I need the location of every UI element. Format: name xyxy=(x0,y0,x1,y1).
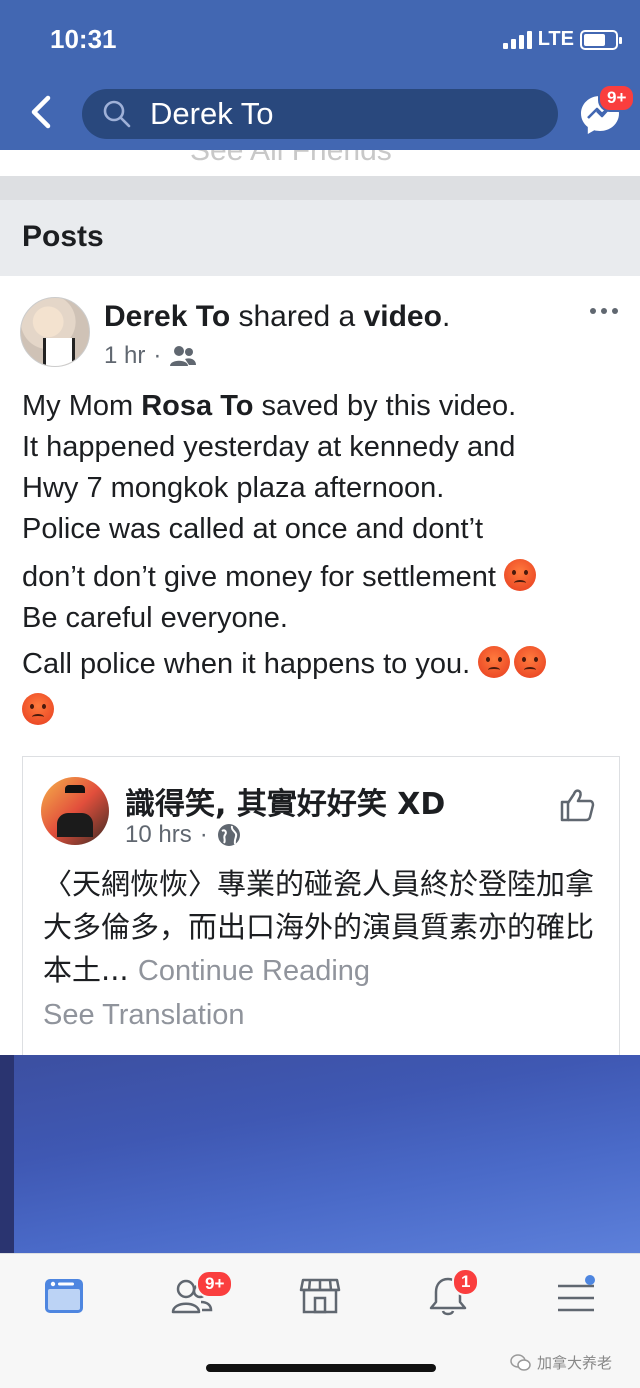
watermark: 加拿大养老 xyxy=(510,1352,612,1373)
mentioned-user-link[interactable]: Rosa To xyxy=(141,390,253,422)
messenger-badge: 9+ xyxy=(598,84,636,112)
shared-page-name[interactable]: 識得笑, 其實好好笑 XD xyxy=(125,779,445,823)
signal-icon xyxy=(502,30,532,49)
top-bar: 10:31 LTE Derek To 9+ xyxy=(0,0,640,150)
search-query: Derek To xyxy=(150,96,274,131)
author-name-link[interactable]: Derek To xyxy=(104,300,230,333)
menu-icon[interactable] xyxy=(554,1274,598,1318)
friends-badge: 9+ xyxy=(196,1270,234,1298)
friends-audience-icon xyxy=(170,346,197,366)
more-options-button[interactable] xyxy=(590,308,618,314)
continue-reading-link[interactable]: Continue Reading xyxy=(138,955,370,987)
back-button[interactable] xyxy=(24,92,58,132)
see-all-friends-link[interactable]: See All Friends xyxy=(0,150,640,176)
shared-post-meta: 10 hrs · xyxy=(125,821,242,849)
news-feed-icon[interactable] xyxy=(42,1274,86,1318)
angry-emoji-icon xyxy=(478,646,511,678)
author-avatar[interactable] xyxy=(20,297,90,367)
post-text: My Mom Rosa To saved by this video. It h… xyxy=(22,386,622,732)
section-divider xyxy=(0,176,640,200)
shared-post-text: 〈天網恢恢〉專業的碰瓷人員終於登陸加拿大多倫多，而出口海外的演員質素亦的確比本土… xyxy=(43,867,595,987)
home-indicator[interactable] xyxy=(206,1364,436,1372)
post-meta: 1 hr · xyxy=(104,342,197,370)
search-icon xyxy=(103,100,131,128)
see-translation-link[interactable]: See Translation xyxy=(43,999,245,1032)
wechat-icon xyxy=(510,1353,531,1371)
marketplace-icon[interactable] xyxy=(298,1274,342,1318)
network-label: LTE xyxy=(537,28,574,50)
posts-section-header: Posts xyxy=(0,200,640,276)
status-time: 10:31 xyxy=(50,24,117,54)
notifications-badge: 1 xyxy=(452,1268,480,1296)
posts-title: Posts xyxy=(22,220,104,253)
shared-post-time[interactable]: 10 hrs xyxy=(125,821,192,849)
angry-emoji-icon xyxy=(22,693,54,725)
video-link[interactable]: video xyxy=(364,300,442,333)
shared-post-card[interactable]: 識得笑, 其實好好笑 XD 10 hrs · 〈天網恢恢〉專業的碰瓷人員終於登陸… xyxy=(22,756,620,1056)
shared-page-avatar[interactable] xyxy=(41,777,109,845)
search-input[interactable]: Derek To xyxy=(82,89,558,139)
post-title: Derek To shared a video. xyxy=(104,300,451,333)
video-player[interactable] xyxy=(0,1055,640,1253)
angry-emoji-icon xyxy=(514,646,547,678)
angry-emoji-icon xyxy=(503,559,536,591)
battery-icon xyxy=(580,29,622,50)
globe-icon xyxy=(217,824,240,846)
status-indicators: LTE xyxy=(502,28,622,51)
like-page-icon[interactable] xyxy=(557,785,597,825)
post-time[interactable]: 1 hr xyxy=(104,342,145,370)
